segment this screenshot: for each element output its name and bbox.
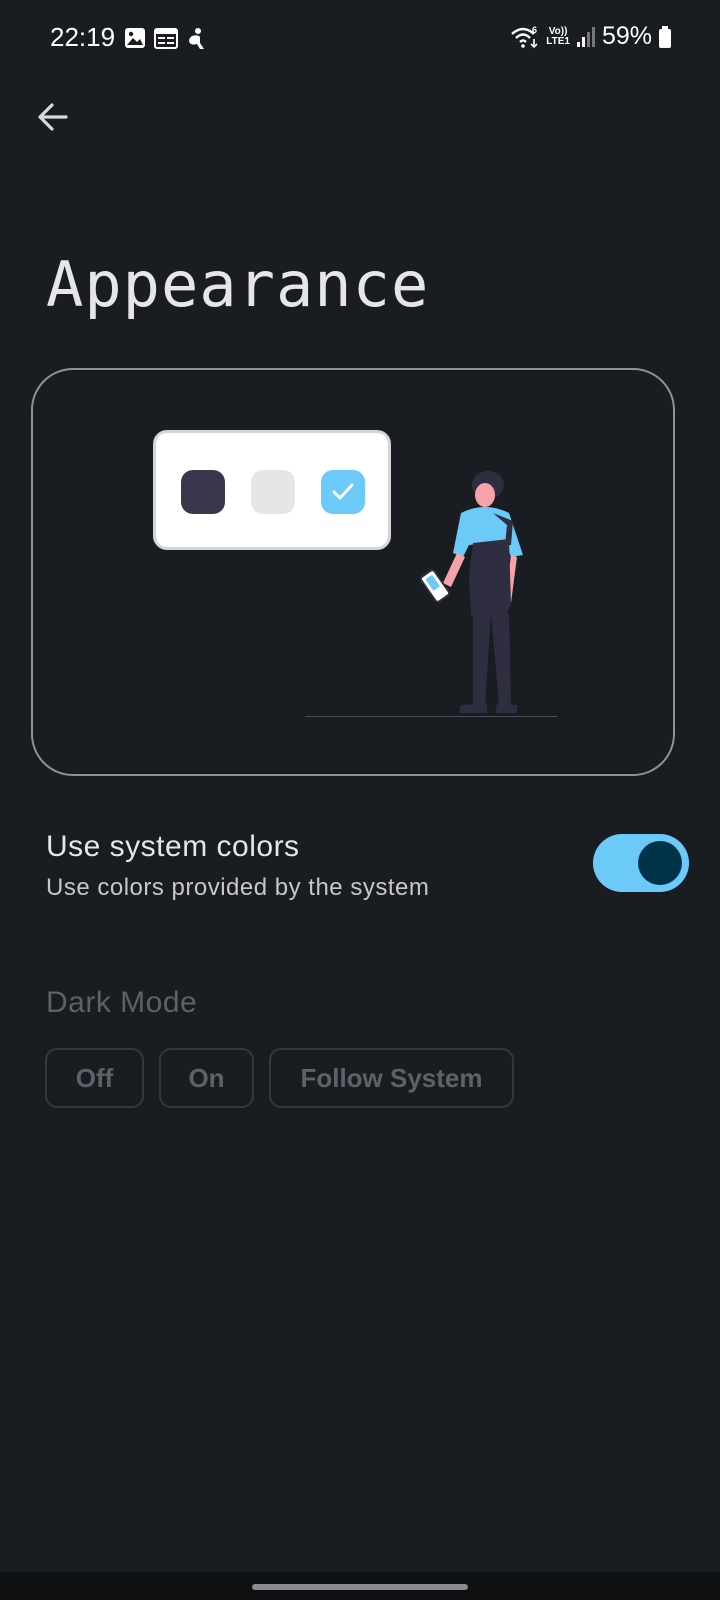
system-colors-setting[interactable]: Use system colors Use colors provided by… <box>0 812 720 912</box>
calendar-icon <box>154 28 178 49</box>
system-colors-subtitle: Use colors provided by the system <box>46 874 430 901</box>
arrow-back-icon <box>38 103 68 131</box>
volte-icon: Vo)) LTE1 <box>546 25 570 47</box>
theme-illustration-card <box>31 368 675 776</box>
navigation-bar <box>0 1572 720 1600</box>
dark-mode-follow-system-chip[interactable]: Follow System <box>269 1048 514 1108</box>
dark-mode-options: Off On Follow System <box>45 1048 514 1108</box>
ground-line <box>305 716 557 717</box>
dark-mode-off-chip[interactable]: Off <box>45 1048 144 1108</box>
accessibility-icon <box>189 28 204 49</box>
checkmark-icon <box>332 483 354 500</box>
svg-text:6: 6 <box>532 25 537 35</box>
notification-icons <box>124 27 208 51</box>
system-colors-title: Use system colors <box>46 830 300 863</box>
system-icons: 6 Vo)) LTE1 59% <box>510 22 672 51</box>
status-bar: 22:19 6 Vo)) LTE1 59% <box>0 0 720 80</box>
home-indicator[interactable] <box>252 1584 468 1590</box>
battery-percent: 59% <box>601 22 652 50</box>
back-button[interactable] <box>30 94 76 140</box>
appearance-screen: 22:19 6 Vo)) LTE1 59% Appearance Use sys… <box>0 0 720 1600</box>
dark-swatch <box>181 470 225 514</box>
person-illustration <box>420 471 523 713</box>
gallery-icon <box>125 28 145 48</box>
dark-mode-label: Dark Mode <box>46 986 198 1019</box>
signal-icon <box>576 26 595 47</box>
page-title: Appearance <box>46 248 430 321</box>
battery-icon <box>659 25 671 48</box>
system-colors-toggle[interactable] <box>593 834 689 892</box>
toggle-knob <box>638 841 682 885</box>
accent-swatch-selected <box>321 470 365 514</box>
wifi-6-icon: 6 <box>511 25 538 48</box>
dark-mode-on-chip[interactable]: On <box>159 1048 254 1108</box>
status-time: 22:19 <box>50 22 116 52</box>
color-swatch-panel <box>153 430 391 550</box>
light-swatch <box>251 470 295 514</box>
